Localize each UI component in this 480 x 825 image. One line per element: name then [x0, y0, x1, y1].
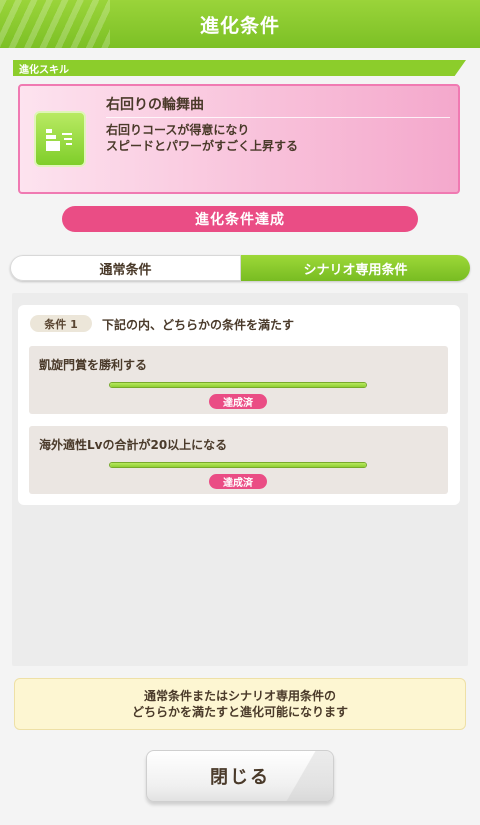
requirement-row: 海外適性Lvの合計が20以上になる 達成済 — [29, 426, 448, 494]
requirement-status-badge: 達成済 — [209, 394, 267, 409]
tab-normal-conditions[interactable]: 通常条件 — [10, 255, 241, 281]
skill-divider — [106, 117, 450, 118]
requirement-progress-fill — [110, 463, 366, 467]
requirement-text: 海外適性Lvの合計が20以上になる — [39, 438, 228, 452]
close-button[interactable]: 閉じる — [146, 750, 334, 802]
requirement-progress-bar — [109, 382, 367, 388]
header-stripe-decoration — [0, 0, 110, 48]
skill-description-line: 右回りコースが得意になり — [106, 123, 250, 137]
tab-scenario-conditions[interactable]: シナリオ専用条件 — [241, 255, 470, 281]
condition-heading: 下記の内、どちらかの条件を満たす — [102, 318, 295, 332]
requirement-progress-bar — [109, 462, 367, 468]
requirement-row: 凱旋門賞を勝利する 達成済 — [29, 346, 448, 414]
requirement-status-badge: 達成済 — [209, 474, 267, 489]
dialog-title: 進化条件 — [199, 14, 280, 37]
evolution-achieved-badge: 進化条件達成 — [62, 206, 418, 232]
info-note: 通常条件またはシナリオ専用条件の どちらかを満たすと進化可能になります — [14, 678, 466, 730]
section-label: 進化スキル — [19, 65, 69, 76]
info-note-line: 通常条件またはシナリオ専用条件の — [143, 689, 336, 703]
speed-up-icon-glyph — [46, 129, 72, 151]
skill-description-line: スピードとパワーがすごく上昇する — [106, 139, 299, 153]
requirement-progress-fill — [110, 383, 366, 387]
speed-up-icon — [34, 111, 86, 167]
skill-name: 右回りの輪舞曲 — [106, 97, 204, 113]
dialog-header: 進化条件 — [0, 0, 480, 48]
close-button-label: 閉じる — [210, 767, 270, 788]
section-bar — [13, 60, 466, 76]
info-note-line: どちらかを満たすと進化可能になります — [131, 705, 348, 719]
requirement-text: 凱旋門賞を勝利する — [39, 358, 148, 372]
skill-description: 右回りコースが得意になり スピードとパワーがすごく上昇する — [106, 122, 298, 154]
condition-number-badge: 条件 1 — [30, 315, 92, 332]
condition-tabs: 通常条件 シナリオ専用条件 — [10, 255, 470, 281]
button-sheen-decoration — [279, 751, 333, 801]
